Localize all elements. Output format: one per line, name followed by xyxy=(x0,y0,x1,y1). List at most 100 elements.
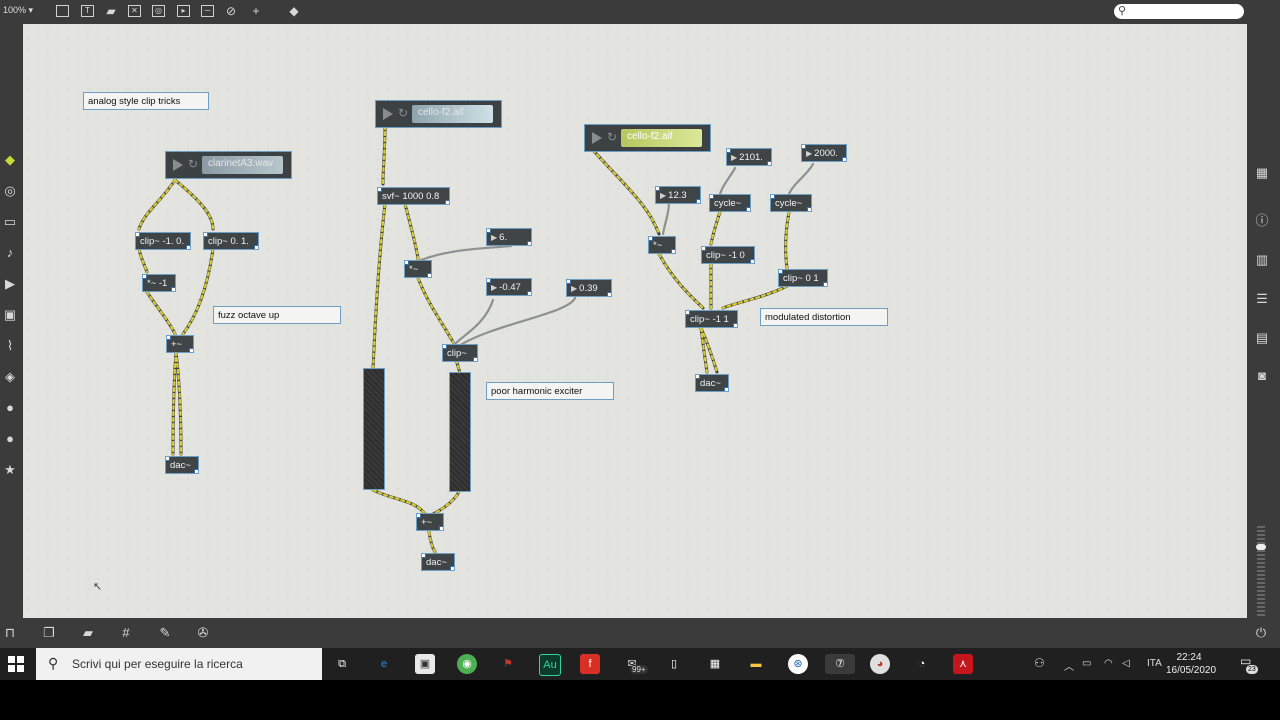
info-icon[interactable]: ⓘ xyxy=(1255,214,1269,228)
search-input[interactable]: ⚲ xyxy=(1114,4,1244,19)
object-svf[interactable]: svf~ 1000 0.8 xyxy=(377,187,450,205)
loop-icon[interactable]: ↻ xyxy=(398,106,408,120)
play-icon[interactable] xyxy=(592,132,602,144)
player-cello-2[interactable]: ↻ cello-f2.aif xyxy=(584,124,711,152)
browser-icon[interactable]: ◉ xyxy=(457,654,477,674)
object-clip-full[interactable]: clip~ -1 1 xyxy=(685,310,738,328)
close-box-icon[interactable]: ✕ xyxy=(128,5,141,17)
number-box[interactable]: ▶ 6. xyxy=(486,228,532,246)
patcher-canvas[interactable]: analog style clip tricks fuzz octave up … xyxy=(23,24,1247,618)
calculator-icon[interactable]: ▦ xyxy=(705,654,725,674)
folder-icon[interactable]: ▬ xyxy=(746,654,766,674)
play-icon[interactable] xyxy=(173,159,183,171)
grid-icon[interactable]: ▦ xyxy=(1255,166,1269,180)
gain-slider[interactable] xyxy=(363,368,385,490)
obs-icon[interactable]: ◔ xyxy=(912,654,932,674)
circle-icon[interactable]: ◎ xyxy=(3,184,17,198)
number-box[interactable]: ▶ -0.47 xyxy=(486,278,532,296)
camera-icon[interactable]: ◙ xyxy=(1255,369,1269,383)
store-icon[interactable]: ▣ xyxy=(415,654,435,674)
object-plus[interactable]: +~ xyxy=(416,513,444,531)
task-view-icon[interactable]: ⧉ xyxy=(332,654,352,674)
object-dac[interactable]: dac~ xyxy=(421,553,455,571)
object-cycle[interactable]: cycle~ xyxy=(709,194,751,212)
windows-start-icon[interactable] xyxy=(8,656,24,672)
gain-slider[interactable] xyxy=(449,372,471,492)
object-mul-neg[interactable]: *~ -1 xyxy=(142,274,176,292)
package-icon[interactable]: ◈ xyxy=(3,370,17,384)
reference-icon[interactable]: ▤ xyxy=(1255,331,1269,345)
windows-icon[interactable]: ❐ xyxy=(42,626,56,640)
book-icon[interactable]: ▥ xyxy=(1255,253,1269,267)
player-cello-1[interactable]: ↻ cello-f2.aif xyxy=(375,100,502,128)
presentation-icon[interactable]: ▰ xyxy=(81,626,95,640)
flash-icon[interactable]: f xyxy=(580,654,600,674)
presentation-icon[interactable] xyxy=(56,5,69,17)
audition-icon[interactable]: Au xyxy=(539,654,561,676)
text-icon[interactable]: T xyxy=(81,5,94,17)
battery-icon[interactable]: ▭ xyxy=(1082,658,1091,669)
step-icon[interactable]: ▶ xyxy=(3,277,17,291)
wifi-icon[interactable]: ◠ xyxy=(1104,658,1113,669)
loop-icon[interactable]: ↻ xyxy=(607,130,617,144)
number-box[interactable]: ▶ 2101. xyxy=(726,148,772,166)
zoom-level[interactable]: 100% ▾ xyxy=(3,5,33,16)
number-box[interactable]: ▶ 12.3 xyxy=(655,186,701,204)
people-icon[interactable]: ⚇ xyxy=(1034,656,1045,670)
player-clarinet[interactable]: ↻ clarinetA3.wav xyxy=(165,151,292,179)
paperclip-icon[interactable]: ⌇ xyxy=(3,339,17,353)
volume-icon[interactable]: ◁ xyxy=(1122,658,1130,669)
film-icon[interactable]: ▭ xyxy=(3,215,17,229)
number-box[interactable]: ▶ 2000. xyxy=(801,144,847,162)
object-mul[interactable]: *~ xyxy=(648,236,676,254)
chevron-up-icon[interactable]: ︿ xyxy=(1064,658,1074,673)
object-dac[interactable]: dac~ xyxy=(165,456,199,474)
app-icon[interactable]: ⊛ xyxy=(788,654,808,674)
object-cycle[interactable]: cycle~ xyxy=(770,194,812,212)
language-indicator[interactable]: ITA xyxy=(1147,658,1162,669)
target-icon[interactable]: ◎ xyxy=(152,5,165,17)
star-icon[interactable]: ★ xyxy=(3,463,17,477)
comment-icon[interactable]: ▰ xyxy=(104,4,118,18)
object-mul[interactable]: *~ xyxy=(404,260,432,278)
object-clip-pos[interactable]: clip~ 0 1 xyxy=(778,269,828,287)
object-clip-neg[interactable]: clip~ -1. 0. xyxy=(135,232,191,250)
v-icon[interactable]: ● xyxy=(3,401,17,415)
image-icon[interactable]: ▣ xyxy=(3,308,17,322)
taskbar-search[interactable]: ⚲ Scrivi qui per eseguire la ricerca xyxy=(36,648,322,680)
comment-modulated-distortion[interactable]: modulated distortion xyxy=(760,308,888,326)
object-clip-neg[interactable]: clip~ -1 0 xyxy=(701,246,755,264)
chrome-icon[interactable]: ◕ xyxy=(870,654,890,674)
music-note-icon[interactable]: ♪ xyxy=(3,246,17,260)
wrench-icon[interactable]: ✇ xyxy=(196,626,210,640)
b-icon[interactable]: ● xyxy=(3,432,17,446)
power-icon[interactable]: ⏻ xyxy=(1254,626,1268,640)
split-icon[interactable]: ─ xyxy=(201,5,214,17)
acrobat-icon[interactable]: ⋏ xyxy=(953,654,973,674)
clock[interactable]: 22:24 16/05/2020 xyxy=(1166,651,1216,677)
comment-fuzz-octave[interactable]: fuzz octave up xyxy=(213,306,341,324)
comment-harmonic-exciter[interactable]: poor harmonic exciter xyxy=(486,382,614,400)
panel-icon[interactable]: ▸ xyxy=(177,5,190,17)
object-dac[interactable]: dac~ xyxy=(695,374,729,392)
volume-slider[interactable] xyxy=(1256,524,1266,616)
loop-icon[interactable]: ↻ xyxy=(188,157,198,171)
lock-icon[interactable]: ⊓ xyxy=(3,626,17,640)
new-object-icon[interactable]: ✎ xyxy=(158,626,172,640)
number-box[interactable]: ▶ 0.39 xyxy=(566,279,612,297)
edge-icon[interactable]: e xyxy=(374,654,394,674)
paint-bucket-icon[interactable]: ◆ xyxy=(287,4,301,18)
max-icon[interactable]: ⑦ xyxy=(825,654,855,674)
help-icon[interactable]: ⊘ xyxy=(224,4,238,18)
object-clip[interactable]: clip~ xyxy=(442,344,478,362)
file-icon[interactable]: ▯ xyxy=(664,654,684,674)
app-icon[interactable]: ⚑ xyxy=(498,654,518,674)
object-plus[interactable]: +~ xyxy=(166,335,194,353)
object-clip-pos[interactable]: clip~ 0. 1. xyxy=(203,232,259,250)
grid-icon[interactable]: # xyxy=(119,626,133,640)
comment-analog-clip[interactable]: analog style clip tricks xyxy=(83,92,209,110)
notification-center-icon[interactable]: ▭ 23 xyxy=(1240,654,1260,674)
plus-icon[interactable]: + xyxy=(249,4,263,18)
cube-icon[interactable]: ◆ xyxy=(3,153,17,167)
play-icon[interactable] xyxy=(383,108,393,120)
